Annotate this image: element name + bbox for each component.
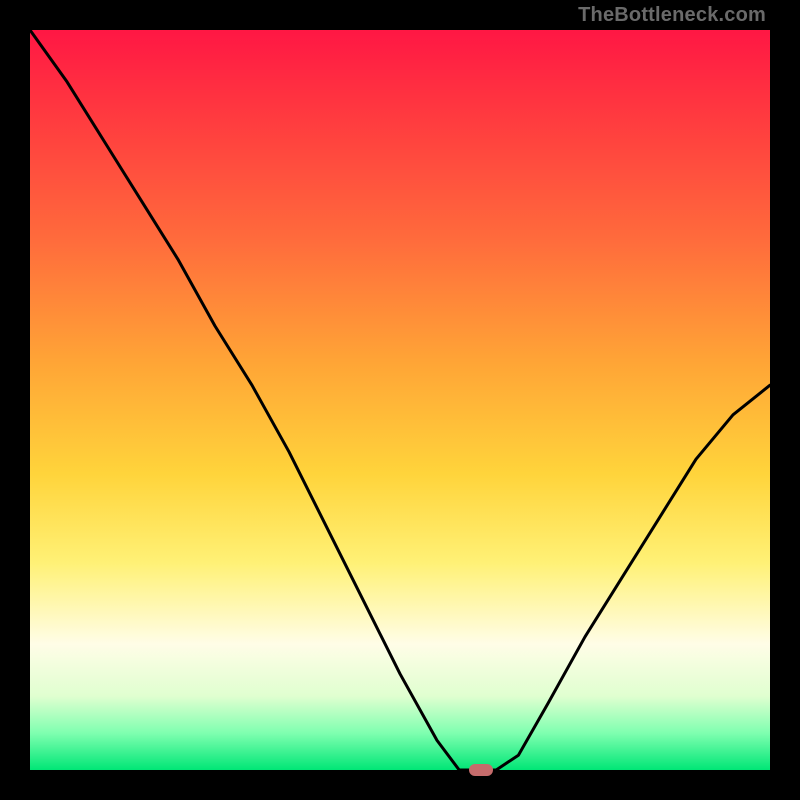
- plot-area: [30, 30, 770, 770]
- optimal-marker: [469, 764, 493, 776]
- bottleneck-curve: [30, 30, 770, 770]
- chart-frame: TheBottleneck.com: [0, 0, 800, 800]
- watermark-text: TheBottleneck.com: [578, 4, 766, 27]
